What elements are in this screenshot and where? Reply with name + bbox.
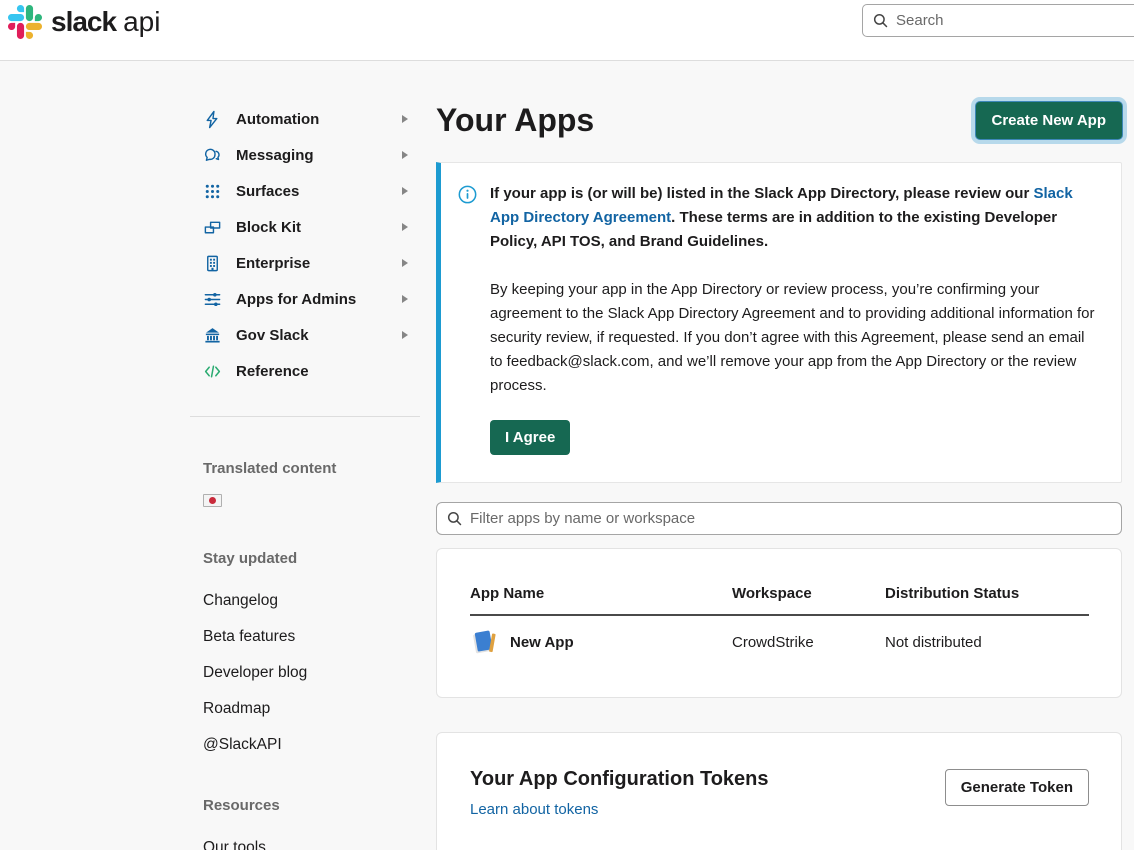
sidebar-divider <box>190 416 420 417</box>
i-agree-button[interactable]: I Agree <box>490 420 570 455</box>
sidebar-link-developer-blog[interactable]: Developer blog <box>203 646 420 682</box>
lightning-bolt-icon <box>203 110 222 129</box>
info-icon <box>458 185 477 455</box>
blocks-icon <box>203 218 222 237</box>
apps-table-card: App Name Workspace Distribution Status <box>436 548 1122 698</box>
table-row[interactable]: New App CrowdStrike Not distributed <box>470 616 1089 657</box>
sidebar: Automation Messaging Surfaces Block Kit <box>190 101 420 850</box>
code-brackets-icon <box>203 362 222 381</box>
sidebar-link-our-tools[interactable]: Our tools <box>203 821 420 850</box>
sidebar-item-surfaces[interactable]: Surfaces <box>190 173 420 209</box>
chevron-right-icon <box>402 115 408 123</box>
config-tokens-heading: Your App Configuration Tokens <box>470 767 769 792</box>
blue-book-app-icon <box>470 628 499 657</box>
sidebar-link-slackapi[interactable]: @SlackAPI <box>203 718 420 754</box>
notice-paragraph-1: If your app is (or will be) listed in th… <box>490 182 1099 254</box>
app-directory-notice: If your app is (or will be) listed in th… <box>436 162 1122 483</box>
sidebar-link-roadmap[interactable]: Roadmap <box>203 682 420 718</box>
sidebar-item-block-kit[interactable]: Block Kit <box>190 209 420 245</box>
header-search[interactable] <box>862 4 1134 37</box>
sidebar-item-label: Apps for Admins <box>236 291 356 308</box>
sidebar-item-messaging[interactable]: Messaging <box>190 137 420 173</box>
filter-apps-box[interactable] <box>436 502 1122 535</box>
sidebar-item-label: Messaging <box>236 147 314 164</box>
notice-paragraph-2: By keeping your app in the App Directory… <box>490 278 1099 398</box>
sliders-icon <box>203 290 222 309</box>
logo-brand-text: slack <box>51 6 116 38</box>
chevron-right-icon <box>402 151 408 159</box>
config-tokens-card: Your App Configuration Tokens Learn abou… <box>436 732 1122 850</box>
column-workspace: Workspace <box>732 585 885 602</box>
search-icon <box>873 13 888 28</box>
chevron-right-icon <box>402 187 408 195</box>
speech-bubbles-icon <box>203 146 222 165</box>
sidebar-item-apps-for-admins[interactable]: Apps for Admins <box>190 281 420 317</box>
sidebar-item-label: Block Kit <box>236 219 301 236</box>
stay-updated-heading: Stay updated <box>203 550 420 567</box>
column-distribution-status: Distribution Status <box>885 585 1089 602</box>
sidebar-item-label: Gov Slack <box>236 327 309 344</box>
notice-text-before-link: If your app is (or will be) listed in th… <box>490 185 1033 202</box>
page-content: Automation Messaging Surfaces Block Kit <box>0 61 1134 850</box>
sidebar-link-changelog[interactable]: Changelog <box>203 574 420 610</box>
chevron-right-icon <box>402 331 408 339</box>
sidebar-item-label: Surfaces <box>236 183 299 200</box>
filter-apps-input[interactable] <box>470 510 1111 527</box>
stay-updated-links: Changelog Beta features Developer blog R… <box>190 574 420 754</box>
slack-logo-icon <box>8 5 42 39</box>
sidebar-item-label: Enterprise <box>236 255 310 272</box>
slack-api-logo[interactable]: slack api <box>8 5 160 39</box>
sidebar-item-reference[interactable]: Reference <box>190 353 420 389</box>
main-content: Your Apps Create New App If your app is … <box>436 101 1122 850</box>
resources-links: Our tools Get support Partner with us <box>190 821 420 850</box>
search-input[interactable] <box>896 12 1134 29</box>
column-app-name: App Name <box>470 585 732 602</box>
page-title: Your Apps <box>436 101 594 139</box>
app-name-cell: New App <box>510 634 574 651</box>
sidebar-item-gov-slack[interactable]: Gov Slack <box>190 317 420 353</box>
sidebar-item-label: Automation <box>236 111 319 128</box>
learn-about-tokens-link[interactable]: Learn about tokens <box>470 801 598 818</box>
top-header: slack api <box>0 0 1134 61</box>
search-icon <box>447 511 462 526</box>
create-new-app-button[interactable]: Create New App <box>976 102 1122 139</box>
japan-flag-icon[interactable] <box>203 494 222 507</box>
generate-token-button[interactable]: Generate Token <box>945 769 1089 806</box>
sidebar-link-beta-features[interactable]: Beta features <box>203 610 420 646</box>
translated-content-heading: Translated content <box>203 460 420 477</box>
resources-heading: Resources <box>203 797 420 814</box>
chevron-right-icon <box>402 295 408 303</box>
sidebar-item-label: Reference <box>236 363 309 380</box>
chevron-right-icon <box>402 223 408 231</box>
chevron-right-icon <box>402 259 408 267</box>
apps-table-header: App Name Workspace Distribution Status <box>470 585 1089 616</box>
distribution-status-cell: Not distributed <box>885 634 1089 651</box>
building-icon <box>203 254 222 273</box>
sidebar-item-automation[interactable]: Automation <box>190 101 420 137</box>
logo-suffix-text: api <box>123 6 160 38</box>
capitol-icon <box>203 326 222 345</box>
sidebar-item-enterprise[interactable]: Enterprise <box>190 245 420 281</box>
workspace-cell: CrowdStrike <box>732 634 885 651</box>
grid-dots-icon <box>203 182 222 201</box>
